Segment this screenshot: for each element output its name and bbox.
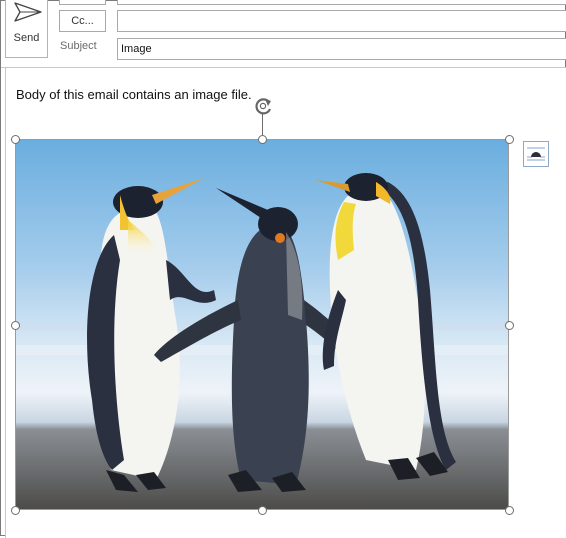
resize-handle-bottom-center[interactable] <box>258 506 267 515</box>
resize-handle-middle-right[interactable] <box>505 321 514 330</box>
embedded-image[interactable] <box>15 139 509 510</box>
resize-handle-bottom-left[interactable] <box>11 506 20 515</box>
send-label: Send <box>13 32 40 44</box>
cc-field[interactable] <box>117 10 566 32</box>
to-field[interactable] <box>117 0 566 5</box>
penguins-image <box>16 140 508 509</box>
cc-button[interactable]: Cc... <box>59 10 106 32</box>
layout-options-icon <box>527 147 545 161</box>
resize-handle-top-left[interactable] <box>11 135 20 144</box>
resize-handle-middle-left[interactable] <box>11 321 20 330</box>
rotate-icon[interactable] <box>253 96 275 116</box>
send-button[interactable]: Send <box>5 0 48 58</box>
subject-field[interactable]: Image <box>117 38 566 60</box>
layout-options-button[interactable] <box>523 141 549 167</box>
resize-handle-top-right[interactable] <box>505 135 514 144</box>
body-text[interactable]: Body of this email contains an image fil… <box>16 87 252 102</box>
resize-handle-top-center[interactable] <box>258 135 267 144</box>
send-icon <box>14 2 42 22</box>
compose-header: Send Cc... Subject Image <box>1 0 566 68</box>
to-button[interactable] <box>59 0 106 5</box>
resize-handle-bottom-right[interactable] <box>505 506 514 515</box>
subject-label: Subject <box>60 40 97 52</box>
